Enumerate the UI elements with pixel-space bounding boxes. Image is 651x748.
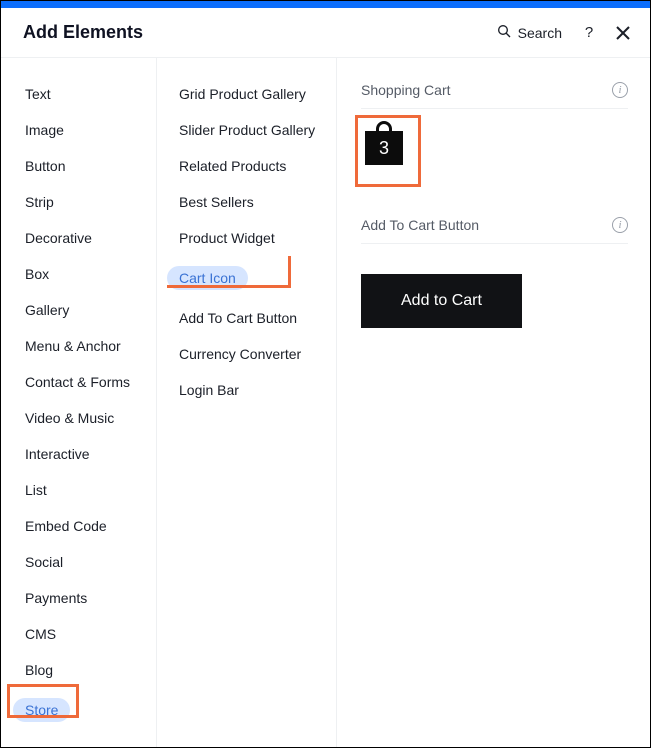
help-button[interactable]: ? <box>580 24 598 42</box>
category-social[interactable]: Social <box>25 544 146 580</box>
category-list: Text Image Button Strip Decorative Box G… <box>1 58 157 747</box>
info-icon[interactable]: i <box>612 82 628 98</box>
preview-column: Shopping Cart i 3 Add To Cart Button i A… <box>337 58 650 747</box>
sub-currency-converter[interactable]: Currency Converter <box>179 336 330 372</box>
add-elements-panel: Add Elements Search ? Text Image Button … <box>0 0 651 748</box>
add-to-cart-button-preview[interactable]: Add to Cart <box>361 274 522 328</box>
section-shopping-cart: Shopping Cart i <box>361 76 628 109</box>
sub-cart-icon-label: Cart Icon <box>167 266 248 290</box>
section-add-to-cart: Add To Cart Button i <box>361 211 628 244</box>
category-menu-anchor[interactable]: Menu & Anchor <box>25 328 146 364</box>
category-button[interactable]: Button <box>25 148 146 184</box>
category-store[interactable]: Store <box>13 688 70 732</box>
sub-grid-product-gallery[interactable]: Grid Product Gallery <box>179 76 330 112</box>
section-shopping-cart-title: Shopping Cart <box>361 82 451 98</box>
section-add-to-cart-title: Add To Cart Button <box>361 217 479 233</box>
category-list[interactable]: List <box>25 472 146 508</box>
panel-title: Add Elements <box>23 22 143 43</box>
category-image[interactable]: Image <box>25 112 146 148</box>
category-box[interactable]: Box <box>25 256 146 292</box>
sub-best-sellers[interactable]: Best Sellers <box>179 184 330 220</box>
sub-related-products[interactable]: Related Products <box>179 148 330 184</box>
subcategory-list: Grid Product Gallery Slider Product Gall… <box>157 58 337 747</box>
window-accent-bar <box>1 1 650 8</box>
info-icon[interactable]: i <box>612 217 628 233</box>
shopping-bag-icon: 3 <box>365 121 403 165</box>
sub-product-widget[interactable]: Product Widget <box>179 220 330 256</box>
sub-slider-product-gallery[interactable]: Slider Product Gallery <box>179 112 330 148</box>
category-decorative[interactable]: Decorative <box>25 220 146 256</box>
category-cms[interactable]: CMS <box>25 616 146 652</box>
category-embed-code[interactable]: Embed Code <box>25 508 146 544</box>
sub-login-bar[interactable]: Login Bar <box>179 372 330 408</box>
header-actions: Search ? <box>496 23 630 42</box>
category-video-music[interactable]: Video & Music <box>25 400 146 436</box>
panel-body: Text Image Button Strip Decorative Box G… <box>1 58 650 747</box>
category-strip[interactable]: Strip <box>25 184 146 220</box>
panel-header: Add Elements Search ? <box>1 8 650 58</box>
category-interactive[interactable]: Interactive <box>25 436 146 472</box>
cart-count: 3 <box>379 138 389 159</box>
search-button[interactable]: Search <box>496 23 562 42</box>
search-icon <box>496 23 512 42</box>
cart-icon-preview[interactable]: 3 <box>361 121 415 181</box>
sub-cart-icon[interactable]: Cart Icon <box>167 256 330 300</box>
category-blog[interactable]: Blog <box>25 652 146 688</box>
category-store-label: Store <box>13 698 70 722</box>
close-button[interactable] <box>616 26 630 40</box>
search-label: Search <box>518 25 562 41</box>
category-payments[interactable]: Payments <box>25 580 146 616</box>
sub-add-to-cart-button[interactable]: Add To Cart Button <box>179 300 330 336</box>
category-gallery[interactable]: Gallery <box>25 292 146 328</box>
category-contact-forms[interactable]: Contact & Forms <box>25 364 146 400</box>
category-text[interactable]: Text <box>25 76 146 112</box>
